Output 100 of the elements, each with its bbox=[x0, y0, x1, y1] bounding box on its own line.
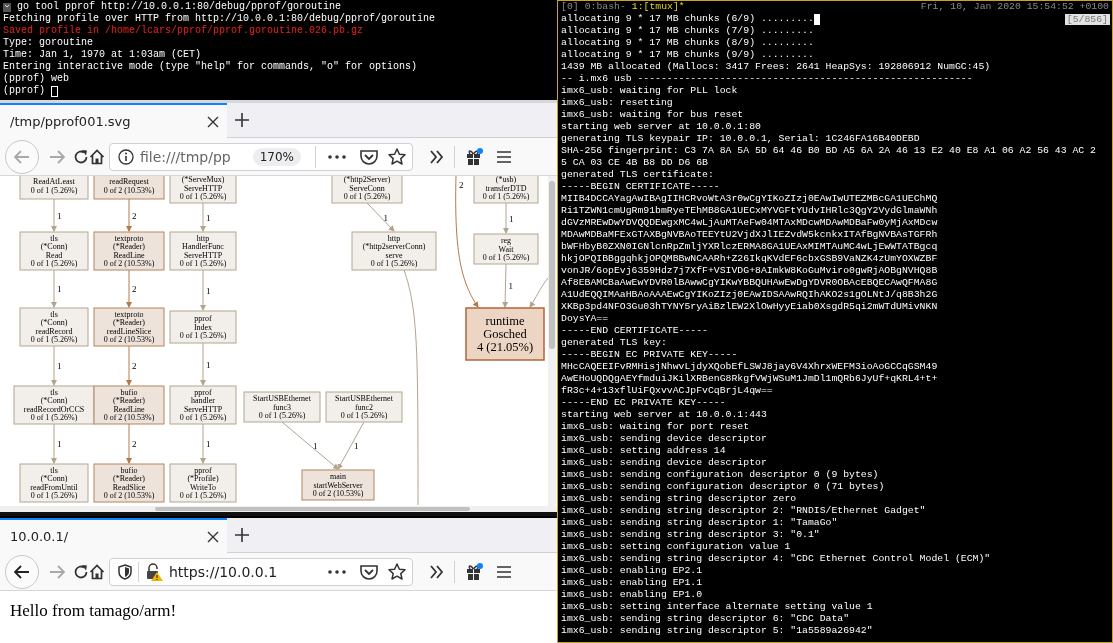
close-icon[interactable] bbox=[207, 530, 219, 543]
plus-icon[interactable] bbox=[235, 113, 249, 127]
info-icon[interactable] bbox=[118, 148, 134, 165]
graph-node: readRequest 0 of 2 (10.53%) bbox=[93, 176, 165, 200]
more-icon[interactable] bbox=[328, 154, 346, 159]
terminal-line: imx6_usb: sending configuration descriptor 0 (9 bytes) bbox=[561, 469, 879, 481]
terminal-line: MHcCAQEEIFvRMHisjNhwvLjdyXQobEfLSWJ8jay6V4XhrxWEFM3ioAoGCCqGSM49 bbox=[561, 361, 938, 373]
clock-text: Fri, 10, Jan 2020 15:54:52 +0100 bbox=[920, 1, 1109, 13]
terminal-line: Type: goroutine bbox=[3, 37, 93, 49]
terminal-line: A1UdEQQIMAaHBAoAAAEwCgYIKoZIzj0EAwIDSAAwRQIhAKO2s1gOLNtJ/q8B3h2G bbox=[561, 289, 938, 301]
graph-edge bbox=[200, 342, 206, 386]
terminal-line: imx6_usb: sending device descriptor bbox=[561, 433, 767, 445]
prompt-icon bbox=[3, 2, 11, 12]
terminal-line: MIIB4DCCAYagAwIBAgIIHCRvoWtA3r0wCgYIKoZIzj0EAwIwUTEZMBcGA1UEChMQ bbox=[561, 193, 938, 205]
chevrons-icon[interactable] bbox=[430, 564, 444, 579]
page-text: Hello from tamago/arm! bbox=[10, 601, 177, 622]
terminal-line: imx6_usb: waiting for port reset bbox=[561, 421, 750, 433]
terminal-line: imx6_usb: setting interface alternate setting value 1 bbox=[561, 601, 873, 613]
terminal-line: (pprof) web bbox=[3, 73, 69, 85]
window-tab[interactable]: 1:[tmux]* bbox=[631, 1, 685, 13]
terminal-line: 1439 MB allocated (Mallocs: 3417 Frees: 2641 HeapSys: 192806912 NumGC:45) bbox=[561, 61, 991, 73]
terminal-line: 5 CA 03 CE 4B B8 DD D6 6B bbox=[561, 157, 708, 169]
terminal-line: -- i.mx6 usb --------------------------------------------------------- bbox=[561, 73, 973, 85]
terminal-line: imx6_usb: sending string descriptor 6: "CDC Data" bbox=[561, 613, 850, 625]
zoom-button[interactable]: 170% bbox=[252, 147, 301, 166]
close-icon[interactable] bbox=[207, 115, 219, 128]
edge-label: 2 bbox=[459, 180, 464, 190]
terminal-line: imx6_usb: sending string descriptor 5: "1a5589a26942" bbox=[561, 625, 873, 637]
menu-icon[interactable] bbox=[497, 150, 511, 163]
terminal-line: starting web server at 10.0.0.1:443 bbox=[561, 409, 767, 421]
graph-node: reg Wait 0 of 1 (5.26%) bbox=[473, 233, 539, 265]
scrollbar[interactable] bbox=[0, 506, 557, 512]
star-icon[interactable] bbox=[388, 148, 406, 165]
graph-edge bbox=[51, 198, 57, 232]
browser-tab[interactable]: /tmp/pprof001.svg bbox=[0, 103, 227, 138]
edge-label: 2 bbox=[132, 361, 137, 371]
url-text[interactable]: https://10.0.0.1 bbox=[169, 564, 278, 579]
star-icon[interactable] bbox=[388, 563, 406, 580]
terminal-line: Ri1TZWN1cmUgRm91bmRyeTEhMB8GA1UECxMYVGFtYUdvIHRlc3QgY2VydGlmaWNh bbox=[561, 205, 938, 217]
pocket-icon[interactable] bbox=[360, 148, 378, 165]
edge-label: 2 bbox=[132, 284, 137, 294]
edge-label: 1 bbox=[57, 210, 62, 221]
chevrons-icon[interactable] bbox=[430, 149, 444, 164]
window-tab[interactable]: 0:bash- bbox=[584, 1, 626, 13]
graph-node: ReadAtLeast 0 of 1 (5.26%) bbox=[19, 176, 89, 200]
pocket-icon[interactable] bbox=[360, 563, 378, 580]
graph-node: StartUSBEthernet func2 0 of 1 (5.26%) bbox=[325, 391, 403, 423]
browser-tab[interactable]: 10.0.0.1/ bbox=[0, 518, 227, 553]
home-icon[interactable] bbox=[89, 563, 105, 580]
address-bar[interactable]: file:///tmp/pp 170% bbox=[109, 142, 413, 171]
graph-node: (*ServeMux) ServeHTTP 0 of 1 (5.26%) bbox=[169, 176, 237, 204]
terminal-line: imx6_usb: sending string descriptor 1: "TamaGo" bbox=[561, 517, 838, 529]
terminal-line: imx6_usb: waiting for bus reset bbox=[561, 109, 744, 121]
terminal-line: -----END EC PRIVATE KEY----- bbox=[561, 397, 726, 409]
menu-icon[interactable] bbox=[497, 565, 511, 578]
terminal-line: imx6_usb: setting configuration value 1 bbox=[561, 541, 791, 553]
shield-icon[interactable] bbox=[118, 563, 132, 580]
reload-icon[interactable] bbox=[73, 148, 89, 165]
terminal-line: Entering interactive mode (type "help" for commands, "o" for options) bbox=[3, 61, 418, 73]
plus-icon[interactable] bbox=[235, 528, 249, 542]
gift-icon[interactable] bbox=[466, 562, 484, 581]
terminal-line: imx6_usb: waiting for PLL lock bbox=[561, 85, 738, 97]
terminal-line: fR3c+4+13xflUiFQxvvACJpFvCqBrjL4qw== bbox=[561, 385, 773, 397]
edge-label: 1 bbox=[57, 361, 62, 371]
more-icon[interactable] bbox=[328, 569, 346, 574]
terminal-line: generating TLS keypair IP: 10.0.0.1, Serial: 1C246FA16B40DEBD bbox=[561, 133, 920, 145]
terminal-line: imx6_usb: sending configuration descriptor 0 (71 bytes) bbox=[561, 481, 885, 493]
graph-edge bbox=[366, 202, 395, 232]
edge-label: 1 bbox=[206, 439, 211, 449]
edge-label: 1 bbox=[57, 284, 62, 294]
left-arrow-icon bbox=[14, 149, 30, 164]
address-bar[interactable]: https://10.0.0.1 bbox=[109, 557, 413, 586]
home-icon[interactable] bbox=[89, 148, 105, 165]
terminal-line: -----END CERTIFICATE----- bbox=[561, 325, 708, 337]
terminal-line: allocating 9 * 17 MB chunks (8/9) ......... bbox=[561, 37, 814, 49]
terminal-line: imx6_usb: enabling EP1.1 bbox=[561, 577, 703, 589]
graph-edge bbox=[200, 423, 206, 464]
terminal-line: allocating 9 * 17 MB chunks (9/9) ......... bbox=[561, 49, 814, 61]
url-text[interactable]: file:///tmp/pp bbox=[140, 149, 231, 164]
lock-warning-icon[interactable] bbox=[145, 562, 163, 581]
graph-node: pprof Index 0 of 1 (5.26%) bbox=[169, 310, 237, 344]
terminal-line: Time: Jan 1, 1970 at 1:03am (CET) bbox=[3, 49, 202, 61]
gift-icon[interactable] bbox=[466, 147, 484, 166]
graph-node: bufio (*Reader) ReadSlice 0 of 2 (10.53%) bbox=[93, 463, 165, 503]
graph-node: runtime Gosched 4 (21.05%) bbox=[465, 307, 545, 361]
terminal-line: (pprof) bbox=[3, 85, 45, 97]
terminal-line: bWFHbyB0ZXN0IGNlcnRpZmljYXRlczERMA8GA1UEAxMIMTAuMC4wLjEwWTATBgcq bbox=[561, 241, 938, 253]
terminal-line: SHA-256 fingerprint: C3 7A 8A 5A 5D 64 46 B0 BD A5 6A 2A 46 13 E2 40 E8 A1 06 A2 56 43 AC 2 bbox=[561, 145, 1096, 157]
terminal-line: imx6_usb: enabling EP2.1 bbox=[561, 565, 703, 577]
terminal-line: dGVzMREwDwYDVQQDEwgxMC4wLjAuMTAeFw04MTAxMDcwMDAwMDBaFw0yMjAxMDcw bbox=[561, 217, 938, 229]
reload-icon[interactable] bbox=[73, 563, 89, 580]
scroll-position: [5/856] bbox=[1064, 14, 1110, 25]
terminal-line: AwEHoUQDQgAEYfmduiJKilXRBenG8RkgfVWjWSuM1JmDl1mQRb6JyUf+qKRL4+t+ bbox=[561, 373, 938, 385]
edge-label: 1 bbox=[206, 359, 211, 370]
edge-label: 1 bbox=[313, 441, 318, 451]
terminal-line: XKBp3pd4NFO3Gu03hTYNY5ryAiBzlEW2XlOwHyyEiab0XsgdR5qi2mWTdUMivNKN bbox=[561, 301, 938, 313]
back-button[interactable] bbox=[5, 554, 39, 589]
scrollbar[interactable] bbox=[548, 176, 556, 506]
graph-edge bbox=[51, 269, 57, 308]
graph-node: textproto (*Reader) readLineSlice 0 of 2 (10.53%) bbox=[93, 307, 165, 347]
